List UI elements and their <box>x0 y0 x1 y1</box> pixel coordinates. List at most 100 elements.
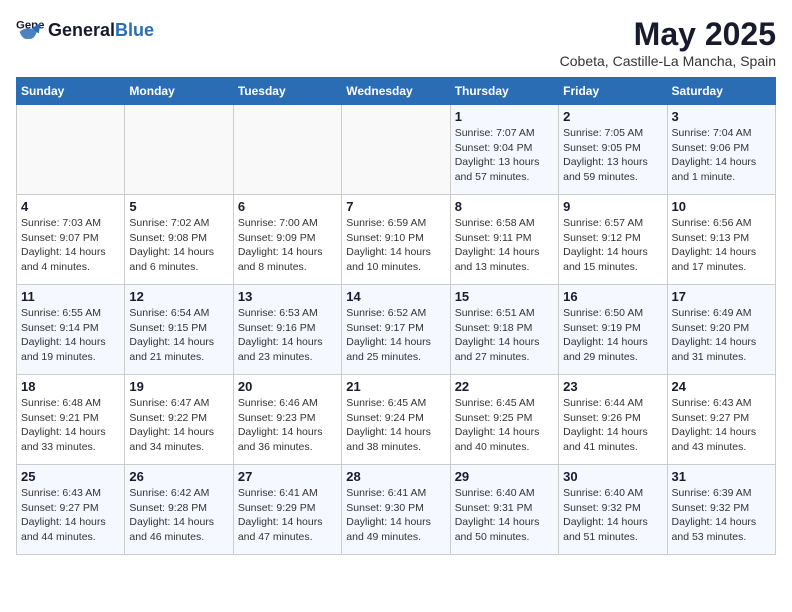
day-info: Sunrise: 6:54 AM Sunset: 9:15 PM Dayligh… <box>129 306 228 365</box>
day-number: 7 <box>346 199 445 214</box>
calendar-cell: 22 Sunrise: 6:45 AM Sunset: 9:25 PM Dayli… <box>450 375 558 465</box>
week-row-4: 18 Sunrise: 6:48 AM Sunset: 9:21 PM Dayli… <box>17 375 776 465</box>
day-info: Sunrise: 6:41 AM Sunset: 9:29 PM Dayligh… <box>238 486 337 545</box>
day-info: Sunrise: 6:43 AM Sunset: 9:27 PM Dayligh… <box>672 396 771 455</box>
day-number: 28 <box>346 469 445 484</box>
day-number: 13 <box>238 289 337 304</box>
day-number: 1 <box>455 109 554 124</box>
page-header: General General Blue May 2025 Cobeta, Ca… <box>16 16 776 69</box>
day-info: Sunrise: 6:40 AM Sunset: 9:32 PM Dayligh… <box>563 486 662 545</box>
day-number: 4 <box>21 199 120 214</box>
calendar-cell: 4 Sunrise: 7:03 AM Sunset: 9:07 PM Daylig… <box>17 195 125 285</box>
day-info: Sunrise: 7:02 AM Sunset: 9:08 PM Dayligh… <box>129 216 228 275</box>
calendar-cell: 23 Sunrise: 6:44 AM Sunset: 9:26 PM Dayli… <box>559 375 667 465</box>
subtitle: Cobeta, Castille-La Mancha, Spain <box>560 53 776 69</box>
day-info: Sunrise: 6:52 AM Sunset: 9:17 PM Dayligh… <box>346 306 445 365</box>
day-number: 3 <box>672 109 771 124</box>
week-row-1: 1Sunrise: 7:07 AM Sunset: 9:04 PM Daylig… <box>17 105 776 195</box>
calendar-cell: 20Sunrise: 6:46 AM Sunset: 9:23 PM Dayli… <box>233 375 341 465</box>
calendar-header: SundayMondayTuesdayWednesdayThursdayFrid… <box>17 78 776 105</box>
day-info: Sunrise: 6:50 AM Sunset: 9:19 PM Dayligh… <box>563 306 662 365</box>
day-number: 11 <box>21 289 120 304</box>
calendar-cell <box>233 105 341 195</box>
day-number: 25 <box>21 469 120 484</box>
day-info: Sunrise: 6:43 AM Sunset: 9:27 PM Dayligh… <box>21 486 120 545</box>
day-number: 18 <box>21 379 120 394</box>
day-number: 24 <box>672 379 771 394</box>
day-number: 2 <box>563 109 662 124</box>
day-number: 29 <box>455 469 554 484</box>
calendar-cell: 21 Sunrise: 6:45 AM Sunset: 9:24 PM Dayli… <box>342 375 450 465</box>
day-info: Sunrise: 6:47 AM Sunset: 9:22 PM Dayligh… <box>129 396 228 455</box>
calendar-cell: 16Sunrise: 6:50 AM Sunset: 9:19 PM Dayli… <box>559 285 667 375</box>
week-row-5: 25 Sunrise: 6:43 AM Sunset: 9:27 PM Dayli… <box>17 465 776 555</box>
day-info: Sunrise: 6:55 AM Sunset: 9:14 PM Dayligh… <box>21 306 120 365</box>
day-info: Sunrise: 6:42 AM Sunset: 9:28 PM Dayligh… <box>129 486 228 545</box>
day-header-saturday: Saturday <box>667 78 775 105</box>
day-number: 8 <box>455 199 554 214</box>
calendar-cell: 19 Sunrise: 6:47 AM Sunset: 9:22 PM Dayli… <box>125 375 233 465</box>
calendar-cell <box>125 105 233 195</box>
calendar-cell: 30 Sunrise: 6:40 AM Sunset: 9:32 PM Dayli… <box>559 465 667 555</box>
week-row-3: 11 Sunrise: 6:55 AM Sunset: 9:14 PM Dayli… <box>17 285 776 375</box>
calendar-cell: 17 Sunrise: 6:49 AM Sunset: 9:20 PM Dayli… <box>667 285 775 375</box>
logo: General General Blue <box>16 16 154 44</box>
day-header-row: SundayMondayTuesdayWednesdayThursdayFrid… <box>17 78 776 105</box>
day-info: Sunrise: 6:59 AM Sunset: 9:10 PM Dayligh… <box>346 216 445 275</box>
day-number: 22 <box>455 379 554 394</box>
calendar-cell: 25 Sunrise: 6:43 AM Sunset: 9:27 PM Dayli… <box>17 465 125 555</box>
calendar-table: SundayMondayTuesdayWednesdayThursdayFrid… <box>16 77 776 555</box>
main-title: May 2025 <box>560 16 776 53</box>
calendar-cell <box>17 105 125 195</box>
calendar-cell: 29Sunrise: 6:40 AM Sunset: 9:31 PM Dayli… <box>450 465 558 555</box>
calendar-cell: 14 Sunrise: 6:52 AM Sunset: 9:17 PM Dayli… <box>342 285 450 375</box>
day-header-friday: Friday <box>559 78 667 105</box>
day-info: Sunrise: 7:05 AM Sunset: 9:05 PM Dayligh… <box>563 126 662 185</box>
day-info: Sunrise: 6:49 AM Sunset: 9:20 PM Dayligh… <box>672 306 771 365</box>
day-number: 30 <box>563 469 662 484</box>
calendar-body: 1Sunrise: 7:07 AM Sunset: 9:04 PM Daylig… <box>17 105 776 555</box>
calendar-cell: 3Sunrise: 7:04 AM Sunset: 9:06 PM Daylig… <box>667 105 775 195</box>
day-info: Sunrise: 7:00 AM Sunset: 9:09 PM Dayligh… <box>238 216 337 275</box>
calendar-cell: 18 Sunrise: 6:48 AM Sunset: 9:21 PM Dayli… <box>17 375 125 465</box>
calendar-cell: 5 Sunrise: 7:02 AM Sunset: 9:08 PM Daylig… <box>125 195 233 285</box>
calendar-cell: 2 Sunrise: 7:05 AM Sunset: 9:05 PM Daylig… <box>559 105 667 195</box>
day-header-thursday: Thursday <box>450 78 558 105</box>
calendar-cell: 1Sunrise: 7:07 AM Sunset: 9:04 PM Daylig… <box>450 105 558 195</box>
day-number: 17 <box>672 289 771 304</box>
day-number: 23 <box>563 379 662 394</box>
day-number: 5 <box>129 199 228 214</box>
day-header-sunday: Sunday <box>17 78 125 105</box>
day-info: Sunrise: 6:56 AM Sunset: 9:13 PM Dayligh… <box>672 216 771 275</box>
calendar-cell: 11 Sunrise: 6:55 AM Sunset: 9:14 PM Dayli… <box>17 285 125 375</box>
day-header-tuesday: Tuesday <box>233 78 341 105</box>
title-area: May 2025 Cobeta, Castille-La Mancha, Spa… <box>560 16 776 69</box>
calendar-cell: 13 Sunrise: 6:53 AM Sunset: 9:16 PM Dayli… <box>233 285 341 375</box>
calendar-cell: 15Sunrise: 6:51 AM Sunset: 9:18 PM Dayli… <box>450 285 558 375</box>
logo-text-blue: Blue <box>115 20 154 41</box>
day-info: Sunrise: 6:45 AM Sunset: 9:25 PM Dayligh… <box>455 396 554 455</box>
day-info: Sunrise: 6:57 AM Sunset: 9:12 PM Dayligh… <box>563 216 662 275</box>
day-number: 21 <box>346 379 445 394</box>
logo-text-general: General <box>48 20 115 41</box>
day-number: 19 <box>129 379 228 394</box>
calendar-cell: 6 Sunrise: 7:00 AM Sunset: 9:09 PM Daylig… <box>233 195 341 285</box>
calendar-cell <box>342 105 450 195</box>
day-number: 31 <box>672 469 771 484</box>
day-info: Sunrise: 6:39 AM Sunset: 9:32 PM Dayligh… <box>672 486 771 545</box>
day-info: Sunrise: 6:48 AM Sunset: 9:21 PM Dayligh… <box>21 396 120 455</box>
calendar-cell: 26Sunrise: 6:42 AM Sunset: 9:28 PM Dayli… <box>125 465 233 555</box>
day-info: Sunrise: 6:41 AM Sunset: 9:30 PM Dayligh… <box>346 486 445 545</box>
calendar-cell: 10Sunrise: 6:56 AM Sunset: 9:13 PM Dayli… <box>667 195 775 285</box>
day-info: Sunrise: 6:44 AM Sunset: 9:26 PM Dayligh… <box>563 396 662 455</box>
day-info: Sunrise: 7:03 AM Sunset: 9:07 PM Dayligh… <box>21 216 120 275</box>
calendar-cell: 28 Sunrise: 6:41 AM Sunset: 9:30 PM Dayli… <box>342 465 450 555</box>
day-number: 6 <box>238 199 337 214</box>
calendar-cell: 24 Sunrise: 6:43 AM Sunset: 9:27 PM Dayli… <box>667 375 775 465</box>
calendar-cell: 12Sunrise: 6:54 AM Sunset: 9:15 PM Dayli… <box>125 285 233 375</box>
day-header-wednesday: Wednesday <box>342 78 450 105</box>
day-info: Sunrise: 6:53 AM Sunset: 9:16 PM Dayligh… <box>238 306 337 365</box>
calendar-cell: 9Sunrise: 6:57 AM Sunset: 9:12 PM Daylig… <box>559 195 667 285</box>
day-number: 14 <box>346 289 445 304</box>
day-info: Sunrise: 6:45 AM Sunset: 9:24 PM Dayligh… <box>346 396 445 455</box>
